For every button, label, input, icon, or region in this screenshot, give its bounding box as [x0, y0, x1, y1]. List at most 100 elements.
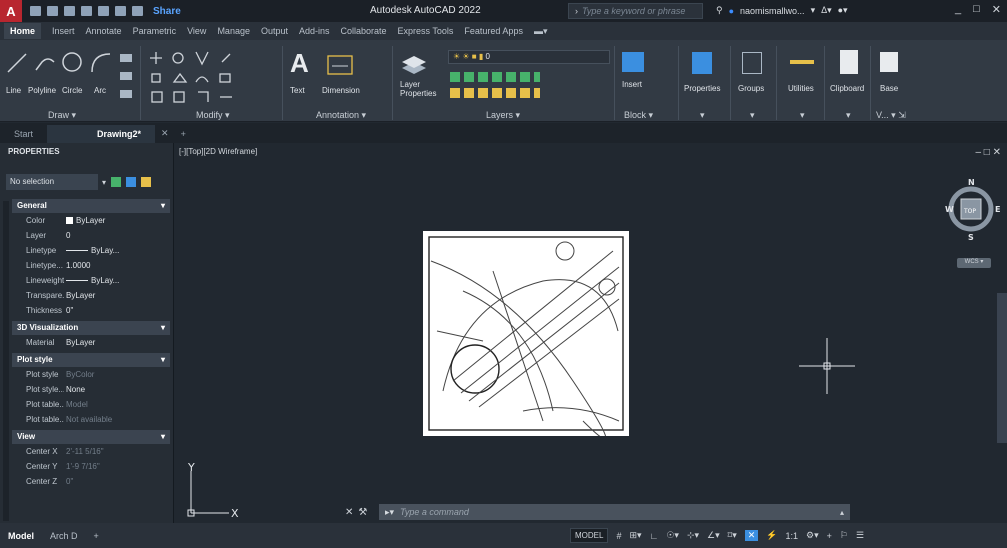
chevron-down-icon[interactable]: ▾ — [102, 178, 106, 187]
quick-select-icon[interactable] — [141, 177, 152, 187]
utilities-icon[interactable] — [790, 60, 814, 64]
layer-properties-icon[interactable] — [400, 50, 428, 76]
annotation-scale-icon[interactable]: ⚡ — [766, 530, 777, 541]
block-group-label[interactable]: Block ▾ — [624, 110, 653, 121]
prop-row[interactable]: Transpare...ByLayer — [12, 289, 170, 303]
polyline-tool-icon[interactable] — [34, 52, 56, 74]
groups-icon[interactable] — [742, 52, 762, 74]
tab-annotate[interactable]: Annotate — [86, 26, 122, 36]
clipboard-group-label[interactable]: ▾ — [846, 110, 851, 121]
tab-add-ins[interactable]: Add-ins — [299, 26, 330, 36]
selection-dropdown[interactable]: No selection — [6, 174, 98, 190]
prop-row[interactable]: Lineweight ByLay... — [12, 274, 170, 288]
recent-commands-icon[interactable]: ▸▾ — [385, 507, 394, 518]
toggle-pickadd-icon[interactable] — [111, 177, 122, 187]
close-icon[interactable]: ✕ — [345, 507, 353, 518]
help-icon[interactable]: ●▾ — [838, 5, 848, 16]
ribbon-options-icon[interactable]: ▬▾ — [534, 26, 548, 37]
undo-icon[interactable] — [115, 6, 126, 16]
command-input[interactable]: ▸▾ Type a command ▴ — [379, 504, 850, 520]
plus-icon[interactable]: + — [827, 531, 832, 541]
section-view[interactable]: View ▾ — [12, 430, 170, 444]
dimension-tool-icon[interactable] — [326, 52, 354, 78]
tab-featured-apps[interactable]: Featured Apps — [464, 26, 523, 36]
utilities-group-label[interactable]: ▾ — [800, 110, 805, 121]
autocad-logo-icon[interactable]: A — [0, 0, 22, 22]
modify-group-label[interactable]: Modify ▾ — [196, 110, 230, 121]
layer-tools-icons[interactable] — [450, 72, 540, 82]
cart-icon[interactable]: ▾ — [811, 5, 816, 16]
annotation-scale-value[interactable]: 1:1 — [786, 531, 799, 541]
prop-row[interactable]: Thickness 0" — [12, 304, 170, 318]
prop-row[interactable]: Linetype... 1.0000 — [12, 259, 170, 273]
layers-group-label[interactable]: Layers ▾ — [486, 110, 520, 121]
plot-icon[interactable] — [98, 6, 109, 16]
tab-drawing2[interactable]: Drawing2* — [47, 125, 156, 143]
draw-group-label[interactable]: Draw ▾ — [48, 110, 76, 121]
select-objects-icon[interactable] — [126, 177, 137, 187]
search-icon[interactable]: ⚲ — [716, 5, 723, 16]
open-file-icon[interactable] — [47, 6, 58, 16]
object-snap-tracking-icon[interactable]: ⌑▾ — [728, 530, 737, 541]
modify-tools-icons[interactable] — [148, 48, 268, 108]
user-menu[interactable]: ⚲ ● naomismallwo... ▾ Δ▾ ●▾ — [716, 5, 848, 16]
tab-parametric[interactable]: Parametric — [133, 26, 177, 36]
prop-row[interactable]: Material ByLayer — [12, 336, 170, 350]
minimize-button[interactable]: _ — [955, 3, 961, 16]
tab-start[interactable]: Start — [0, 125, 47, 143]
prop-row[interactable]: Plot style... None — [12, 383, 170, 397]
new-tab-button[interactable]: + — [175, 125, 192, 143]
redo-icon[interactable] — [132, 6, 143, 16]
tab-manage[interactable]: Manage — [217, 26, 250, 36]
wcs-menu[interactable]: WCS ▾ — [957, 258, 991, 268]
close-button[interactable]: ✕ — [992, 3, 1001, 16]
view-group-label[interactable]: V... ▾ ⇲ — [876, 110, 906, 121]
line-tool-icon[interactable] — [6, 52, 28, 74]
prop-row[interactable]: Plot table... Model — [12, 398, 170, 412]
base-view-icon[interactable] — [880, 52, 898, 72]
tab-model[interactable]: Model — [0, 531, 42, 541]
save-icon[interactable] — [64, 6, 75, 16]
properties-icon[interactable] — [692, 52, 712, 74]
prop-row[interactable]: Center Z 0" — [12, 475, 170, 489]
prop-row[interactable]: Layer 0 — [12, 229, 170, 243]
viewport-controls-label[interactable]: [-][Top][2D Wireframe] — [179, 147, 257, 156]
customize-icon[interactable]: ☰ — [856, 530, 864, 541]
snap-icon[interactable]: ⊞▾ — [629, 530, 641, 541]
drawing-canvas[interactable]: [-][Top][2D Wireframe] – □ ✕ TOP N S W E… — [175, 143, 1007, 523]
viewport-window-controls[interactable]: – □ ✕ — [975, 147, 1001, 158]
save-as-icon[interactable] — [81, 6, 92, 16]
tab-view[interactable]: View — [187, 26, 206, 36]
isodraft-icon[interactable]: ⊹▾ — [687, 530, 699, 541]
hardware-acceleration-icon[interactable]: ⚐ — [840, 530, 848, 541]
tab-insert[interactable]: Insert — [52, 26, 75, 36]
autodesk-a-icon[interactable]: Δ▾ — [821, 5, 832, 16]
prop-row[interactable]: Center Y 1'-9 7/16" — [12, 460, 170, 474]
viewcube[interactable]: TOP N S W E — [945, 173, 1005, 253]
osnap-icon[interactable]: ∠▾ — [707, 530, 720, 541]
rectangle-icon[interactable] — [120, 54, 132, 62]
tab-output[interactable]: Output — [261, 26, 288, 36]
chevron-up-icon[interactable]: ▴ — [840, 508, 844, 517]
layer-dropdown[interactable]: ☀ ☀ ■ ▮ 0 — [448, 50, 610, 64]
search-input[interactable]: › Type a keyword or phrase — [568, 3, 703, 19]
wrench-icon[interactable]: ⚒ — [358, 507, 367, 518]
layer-tools-icons-row2[interactable] — [450, 88, 540, 98]
prop-row[interactable]: Plot style ByColor — [12, 368, 170, 382]
arc-tool-icon[interactable] — [88, 50, 112, 74]
annotation-visibility-icon[interactable]: ✕ — [744, 530, 759, 541]
clipboard-icon[interactable] — [840, 50, 858, 74]
groups-group-label[interactable]: ▾ — [750, 110, 755, 121]
grid-icon[interactable]: # — [616, 531, 621, 541]
tab-collaborate[interactable]: Collaborate — [341, 26, 387, 36]
text-tool-icon[interactable]: A — [290, 48, 309, 79]
prop-row[interactable]: Color ByLayer — [12, 214, 170, 228]
tab-home[interactable]: Home — [4, 23, 42, 39]
palette-scrollbar[interactable] — [3, 201, 9, 521]
section-general[interactable]: General ▾ — [12, 199, 170, 213]
circle-tool-icon[interactable] — [60, 50, 84, 74]
raster-sketch-image[interactable] — [423, 231, 629, 440]
navigation-bar[interactable] — [997, 293, 1007, 443]
tab-express-tools[interactable]: Express Tools — [398, 26, 454, 36]
section-3d-visualization[interactable]: 3D Visualization ▾ — [12, 321, 170, 335]
